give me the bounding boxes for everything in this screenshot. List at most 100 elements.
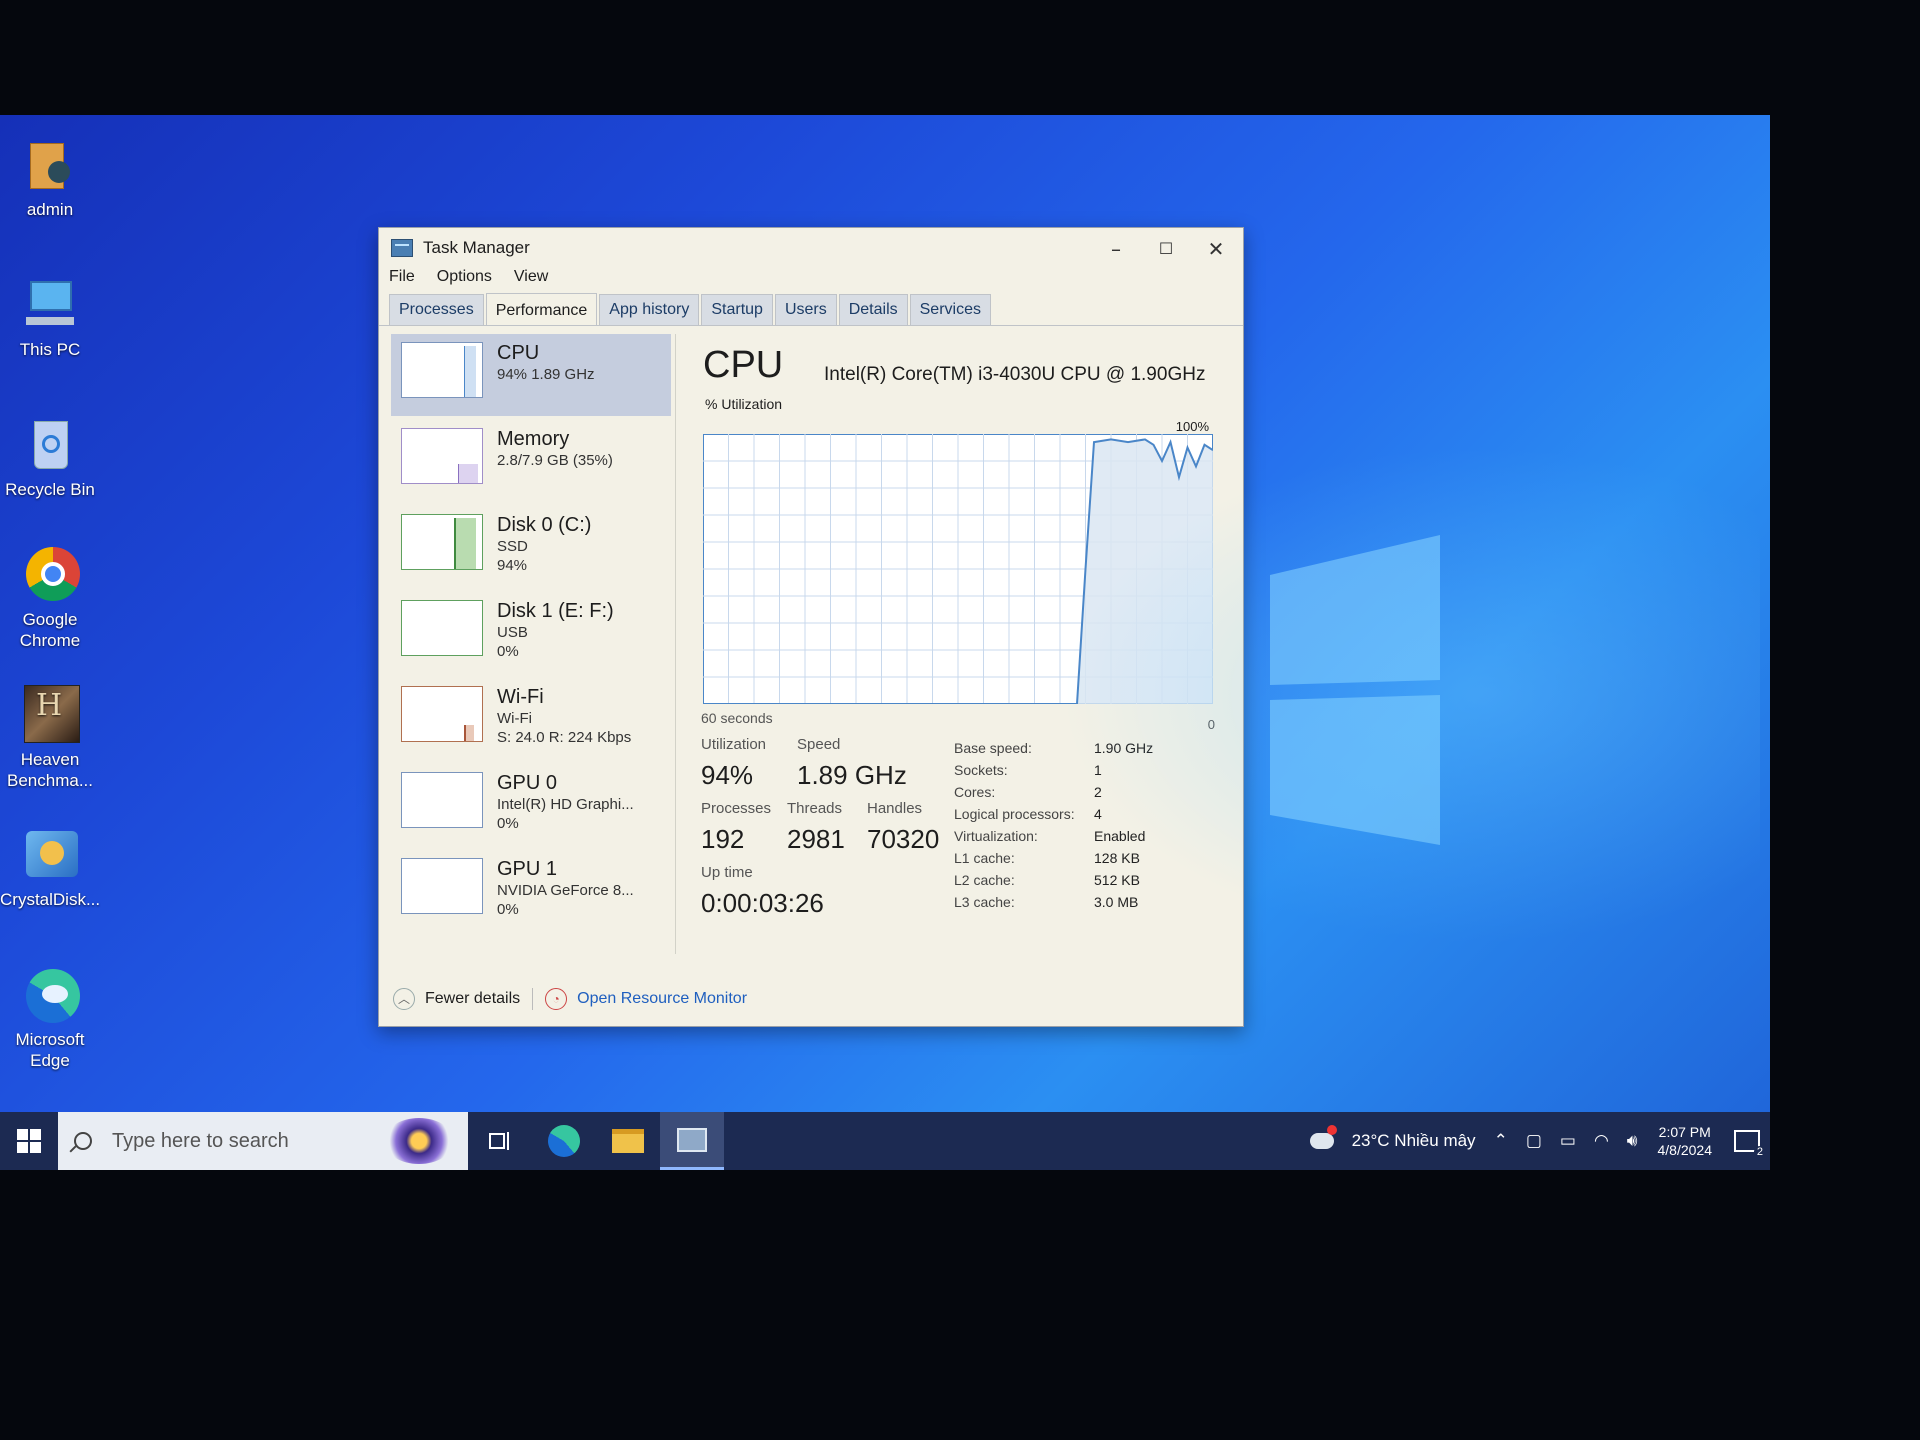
cpu-detail-pane: CPU Intel(R) Core(TM) i3-4030U CPU @ 1.9… <box>689 334 1229 954</box>
sidebar-item-detail: NVIDIA GeForce 8... <box>497 882 634 899</box>
cpu-utilization-graph <box>703 434 1213 704</box>
minimize-button[interactable]: – <box>1093 234 1139 264</box>
utilization-label: Utilization <box>701 736 767 753</box>
spec-base-speed-label: Base speed: <box>954 740 1032 756</box>
window-title: Task Manager <box>423 238 530 257</box>
processes-label: Processes <box>701 800 772 817</box>
start-button[interactable] <box>0 1112 58 1170</box>
speed-label: Speed <box>797 736 841 753</box>
graph-max-label: 100% <box>1175 419 1209 434</box>
desktop: admin This PC Recycle Bin Google Chrome … <box>0 115 1770 1170</box>
edge-icon <box>20 965 80 1025</box>
taskbar-search-box[interactable]: Type here to search <box>58 1112 468 1170</box>
memory-thumbnail-graph <box>401 428 483 484</box>
open-resource-monitor-link[interactable]: Open Resource Monitor <box>577 990 747 1008</box>
desktop-icon-crystaldisk[interactable]: CrystalDisk... <box>0 825 100 910</box>
folder-icon <box>612 1129 644 1153</box>
tab-services[interactable]: Services <box>909 294 991 325</box>
weather-text[interactable]: 23°C Nhiều mây <box>1352 1131 1476 1151</box>
spec-sockets-value: 1 <box>1094 762 1102 778</box>
gpu1-thumbnail-graph <box>401 858 483 914</box>
notification-center-button[interactable]: 2 <box>1734 1130 1766 1158</box>
disk0-thumbnail-graph <box>401 514 483 570</box>
desktop-icon-edge[interactable]: Microsoft Edge <box>0 965 100 1071</box>
spec-base-speed-value: 1.90 GHz <box>1094 740 1154 756</box>
computer-icon <box>20 275 80 335</box>
sidebar-item-gpu-1[interactable]: GPU 1 NVIDIA GeForce 8... 0% <box>391 850 671 932</box>
chevron-up-icon[interactable]: ︿ <box>393 988 415 1010</box>
volume-icon[interactable]: 🔊︎ <box>1627 1131 1638 1151</box>
weather-icon[interactable] <box>1309 1125 1337 1149</box>
close-button[interactable]: ✕ <box>1193 234 1239 264</box>
desktop-icon-heaven[interactable]: H Heaven Benchma... <box>0 685 100 791</box>
graph-min-label: 0 <box>1207 717 1215 732</box>
sidebar-item-disk-1[interactable]: Disk 1 (E: F:) USB 0% <box>391 592 671 674</box>
heaven-benchmark-icon: H <box>20 685 80 745</box>
threads-label: Threads <box>787 800 843 817</box>
windows-start-icon <box>17 1129 41 1153</box>
sidebar-item-name: CPU <box>497 342 540 364</box>
utilization-value: 94% <box>701 760 754 790</box>
footer-bar: ︿ Fewer details ◔ Open Resource Monitor <box>393 988 747 1010</box>
gpu0-thumbnail-graph <box>401 772 483 828</box>
desktop-icon-this-pc[interactable]: This PC <box>0 275 100 360</box>
search-icon <box>74 1132 92 1150</box>
sidebar-item-detail-2: 94% <box>497 557 528 574</box>
chevron-up-icon[interactable]: ⌃ <box>1494 1131 1508 1151</box>
thumbnail-level <box>464 724 474 741</box>
tab-app-history[interactable]: App history <box>599 294 700 325</box>
spec-l2-cache-value: 512 KB <box>1094 872 1140 888</box>
menu-file[interactable]: File <box>389 268 415 294</box>
sidebar-item-detail: USB <box>497 624 528 641</box>
spec-cores-value: 2 <box>1094 784 1102 800</box>
processes-value: 192 <box>701 824 745 854</box>
fewer-details-button[interactable]: Fewer details <box>425 990 520 1008</box>
tab-users[interactable]: Users <box>774 294 837 325</box>
sidebar-item-cpu[interactable]: CPU 94% 1.89 GHz <box>391 334 671 416</box>
spec-logical-processors-label: Logical processors: <box>954 806 1075 822</box>
spec-virtualization-value: Enabled <box>1094 828 1146 844</box>
taskbar-edge-button[interactable] <box>532 1112 596 1170</box>
graph-time-label: 60 seconds <box>701 710 773 726</box>
cpu-heading: CPU <box>703 344 784 386</box>
sidebar-item-gpu-0[interactable]: GPU 0 Intel(R) HD Graphi... 0% <box>391 764 671 846</box>
tab-details[interactable]: Details <box>838 294 908 325</box>
wifi-icon[interactable]: ◠ <box>1594 1131 1609 1151</box>
menu-view[interactable]: View <box>514 268 548 294</box>
desktop-icon-chrome[interactable]: Google Chrome <box>0 545 100 651</box>
taskbar-task-manager-button[interactable] <box>660 1112 724 1170</box>
spec-l2-cache-label: L2 cache: <box>954 872 1015 888</box>
tab-startup[interactable]: Startup <box>701 294 773 325</box>
sidebar-item-name: GPU 1 <box>497 858 558 880</box>
tab-performance[interactable]: Performance <box>485 293 598 325</box>
sidebar-item-detail: Wi-Fi <box>497 710 532 727</box>
desktop-icon-admin[interactable]: admin <box>0 135 100 220</box>
desktop-icon-label: Microsoft Edge <box>15 1030 85 1070</box>
tab-processes[interactable]: Processes <box>389 294 484 325</box>
battery-icon[interactable]: ▭ <box>1560 1131 1576 1151</box>
speed-value: 1.89 GHz <box>797 760 907 790</box>
edge-icon <box>548 1125 580 1157</box>
task-view-icon <box>489 1132 509 1150</box>
taskbar-file-explorer-button[interactable] <box>596 1112 660 1170</box>
crystaldisk-icon <box>20 825 80 885</box>
chrome-icon <box>20 545 80 605</box>
maximize-button[interactable]: ☐ <box>1143 234 1189 264</box>
task-view-button[interactable] <box>468 1112 532 1170</box>
sidebar-item-memory[interactable]: Memory 2.8/7.9 GB (35%) <box>391 420 671 502</box>
sidebar-item-wifi[interactable]: Wi-Fi Wi-Fi S: 24.0 R: 224 Kbps <box>391 678 671 760</box>
handles-value: 70320 <box>867 824 940 854</box>
sidebar-item-disk-0[interactable]: Disk 0 (C:) SSD 94% <box>391 506 671 588</box>
title-bar[interactable]: Task Manager – ☐ ✕ <box>379 228 1243 268</box>
windows-logo-wallpaper <box>1270 535 1440 845</box>
sidebar-item-detail: 94% 1.89 GHz <box>497 366 595 383</box>
clock[interactable]: 2:07 PM 4/8/2024 <box>1658 1123 1713 1159</box>
device-icon[interactable]: ▢ <box>1526 1131 1542 1151</box>
tab-strip: Processes Performance App history Startu… <box>379 293 1243 326</box>
desktop-icon-recycle-bin[interactable]: Recycle Bin <box>0 415 100 500</box>
spec-logical-processors-value: 4 <box>1094 806 1102 822</box>
sidebar-item-name: GPU 0 <box>497 772 558 794</box>
resource-sidebar: CPU 94% 1.89 GHz Memory 2.8/7.9 GB (35%)… <box>391 334 676 954</box>
menu-options[interactable]: Options <box>437 268 492 294</box>
search-highlight-icon <box>384 1118 454 1164</box>
